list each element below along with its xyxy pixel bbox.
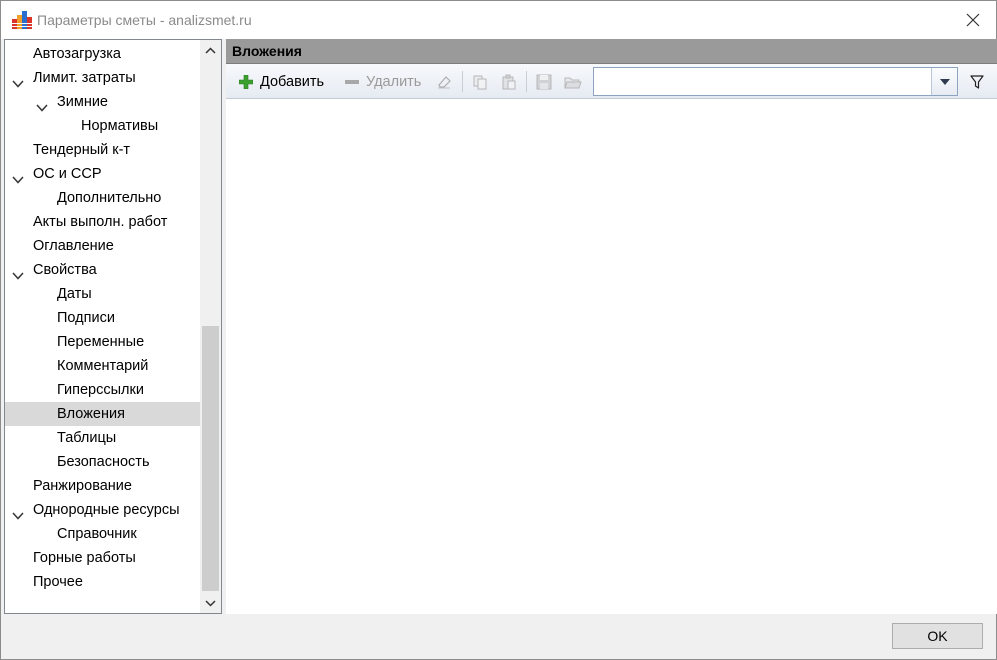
tree-item[interactable]: Безопасность — [5, 450, 200, 474]
tree-item-label: Нормативы — [81, 118, 159, 134]
tree-item[interactable]: Однородные ресурсы — [5, 498, 200, 522]
expand-chevron-icon[interactable] — [12, 505, 24, 520]
tree-item[interactable]: ОС и ССР — [5, 162, 200, 186]
tree-item-label: Горные работы — [33, 550, 136, 566]
tree-item-label: Однородные ресурсы — [33, 502, 180, 518]
paste-icon[interactable] — [500, 73, 518, 91]
title-bar: Параметры сметы - analizsmet.ru — [1, 1, 996, 39]
close-button[interactable] — [950, 1, 996, 39]
section-header: Вложения — [226, 39, 997, 64]
toolbar-separator — [526, 71, 527, 92]
tree-item[interactable]: Гиперссылки — [5, 378, 200, 402]
content-panel: Вложения Добавить Удалить — [226, 39, 997, 614]
tree-item[interactable]: Автозагрузка — [5, 42, 200, 66]
tree-item[interactable]: Дополнительно — [5, 186, 200, 210]
tree-item-label: Комментарий — [57, 358, 149, 374]
dropdown-arrow-icon — [939, 78, 950, 85]
tree-scrollbar[interactable] — [200, 40, 221, 613]
tree-item-label: Зимние — [57, 94, 108, 110]
tree-item[interactable]: Свойства — [5, 258, 200, 282]
tree-item[interactable]: Даты — [5, 282, 200, 306]
window-title: Параметры сметы - analizsmet.ru — [37, 12, 252, 28]
tree-item-label: Дополнительно — [57, 190, 162, 206]
tree-item-label: Переменные — [57, 334, 145, 350]
delete-button-label: Удалить — [366, 73, 422, 90]
attachments-list[interactable] — [226, 100, 997, 614]
filter-icon — [970, 75, 984, 89]
close-icon — [966, 13, 980, 27]
tree-item-label: Лимит. затраты — [33, 70, 136, 86]
attachments-toolbar: Добавить Удалить — [226, 64, 997, 99]
save-icon[interactable] — [535, 73, 553, 91]
filter-button[interactable] — [966, 71, 988, 93]
expand-chevron-icon[interactable] — [12, 73, 24, 88]
add-button[interactable]: Добавить — [238, 64, 324, 99]
tree-item[interactable]: Горные работы — [5, 546, 200, 570]
tree-item[interactable]: Тендерный к-т — [5, 138, 200, 162]
tree-item-label: Таблицы — [57, 430, 117, 446]
tree-item-label: Прочее — [33, 574, 83, 590]
chevron-down-icon — [205, 599, 216, 607]
combobox-dropdown-button[interactable] — [931, 68, 957, 95]
tree-item[interactable]: Лимит. затраты — [5, 66, 200, 90]
scroll-thumb[interactable] — [202, 326, 219, 591]
scroll-down-button[interactable] — [200, 593, 221, 613]
tree-item-label: Даты — [57, 286, 92, 302]
open-folder-icon[interactable] — [564, 73, 582, 91]
app-logo-icon — [12, 11, 32, 29]
dialog-window: Параметры сметы - analizsmet.ru Автозагр… — [0, 0, 997, 660]
add-button-label: Добавить — [260, 73, 325, 90]
tree-item[interactable]: Комментарий — [5, 354, 200, 378]
eraser-icon[interactable] — [435, 73, 453, 91]
toolbar-separator — [462, 71, 463, 92]
attachment-combobox[interactable] — [593, 67, 958, 96]
tree-item-label: Справочник — [57, 526, 137, 542]
expand-chevron-icon[interactable] — [12, 169, 24, 184]
tree-item-label: ОС и ССР — [33, 166, 102, 182]
tree-item[interactable]: Таблицы — [5, 426, 200, 450]
section-title: Вложения — [232, 43, 302, 59]
delete-button[interactable]: Удалить — [344, 64, 421, 99]
tree-item[interactable]: Акты выполн. работ — [5, 210, 200, 234]
tree-item-label: Гиперссылки — [57, 382, 144, 398]
tree-item-label: Автозагрузка — [33, 46, 121, 62]
ok-button[interactable]: OK — [892, 623, 983, 649]
scroll-up-button[interactable] — [200, 40, 221, 60]
chevron-up-icon — [205, 46, 216, 54]
tree-item[interactable]: Подписи — [5, 306, 200, 330]
tree-item-label: Тендерный к-т — [33, 142, 131, 158]
tree-item[interactable]: Прочее — [5, 570, 200, 594]
tree-item-label: Оглавление — [33, 238, 114, 254]
tree-item-label: Акты выполн. работ — [33, 214, 168, 230]
tree-item[interactable]: Ранжирование — [5, 474, 200, 498]
combobox-input[interactable] — [594, 68, 932, 95]
tree-item[interactable]: Переменные — [5, 330, 200, 354]
tree-item-label: Безопасность — [57, 454, 150, 470]
copy-icon[interactable] — [471, 73, 489, 91]
expand-chevron-icon[interactable] — [36, 97, 48, 112]
tree-item[interactable]: Оглавление — [5, 234, 200, 258]
plus-icon — [238, 74, 254, 90]
tree-list: Автозагрузка Лимит. затраты Зимние Норматив… — [5, 42, 200, 594]
tree-item[interactable]: Справочник — [5, 522, 200, 546]
settings-tree[interactable]: Автозагрузка Лимит. затраты Зимние Норматив… — [4, 39, 222, 614]
tree-item-label: Свойства — [33, 262, 97, 278]
tree-item-label: Ранжирование — [33, 478, 132, 494]
tree-item[interactable]: Зимние — [5, 90, 200, 114]
tree-item-label: Подписи — [57, 310, 115, 326]
expand-chevron-icon[interactable] — [12, 265, 24, 280]
tree-item[interactable]: Вложения — [5, 402, 200, 426]
minus-icon — [344, 74, 360, 90]
tree-item[interactable]: Нормативы — [5, 114, 200, 138]
tree-item-label: Вложения — [57, 406, 125, 422]
